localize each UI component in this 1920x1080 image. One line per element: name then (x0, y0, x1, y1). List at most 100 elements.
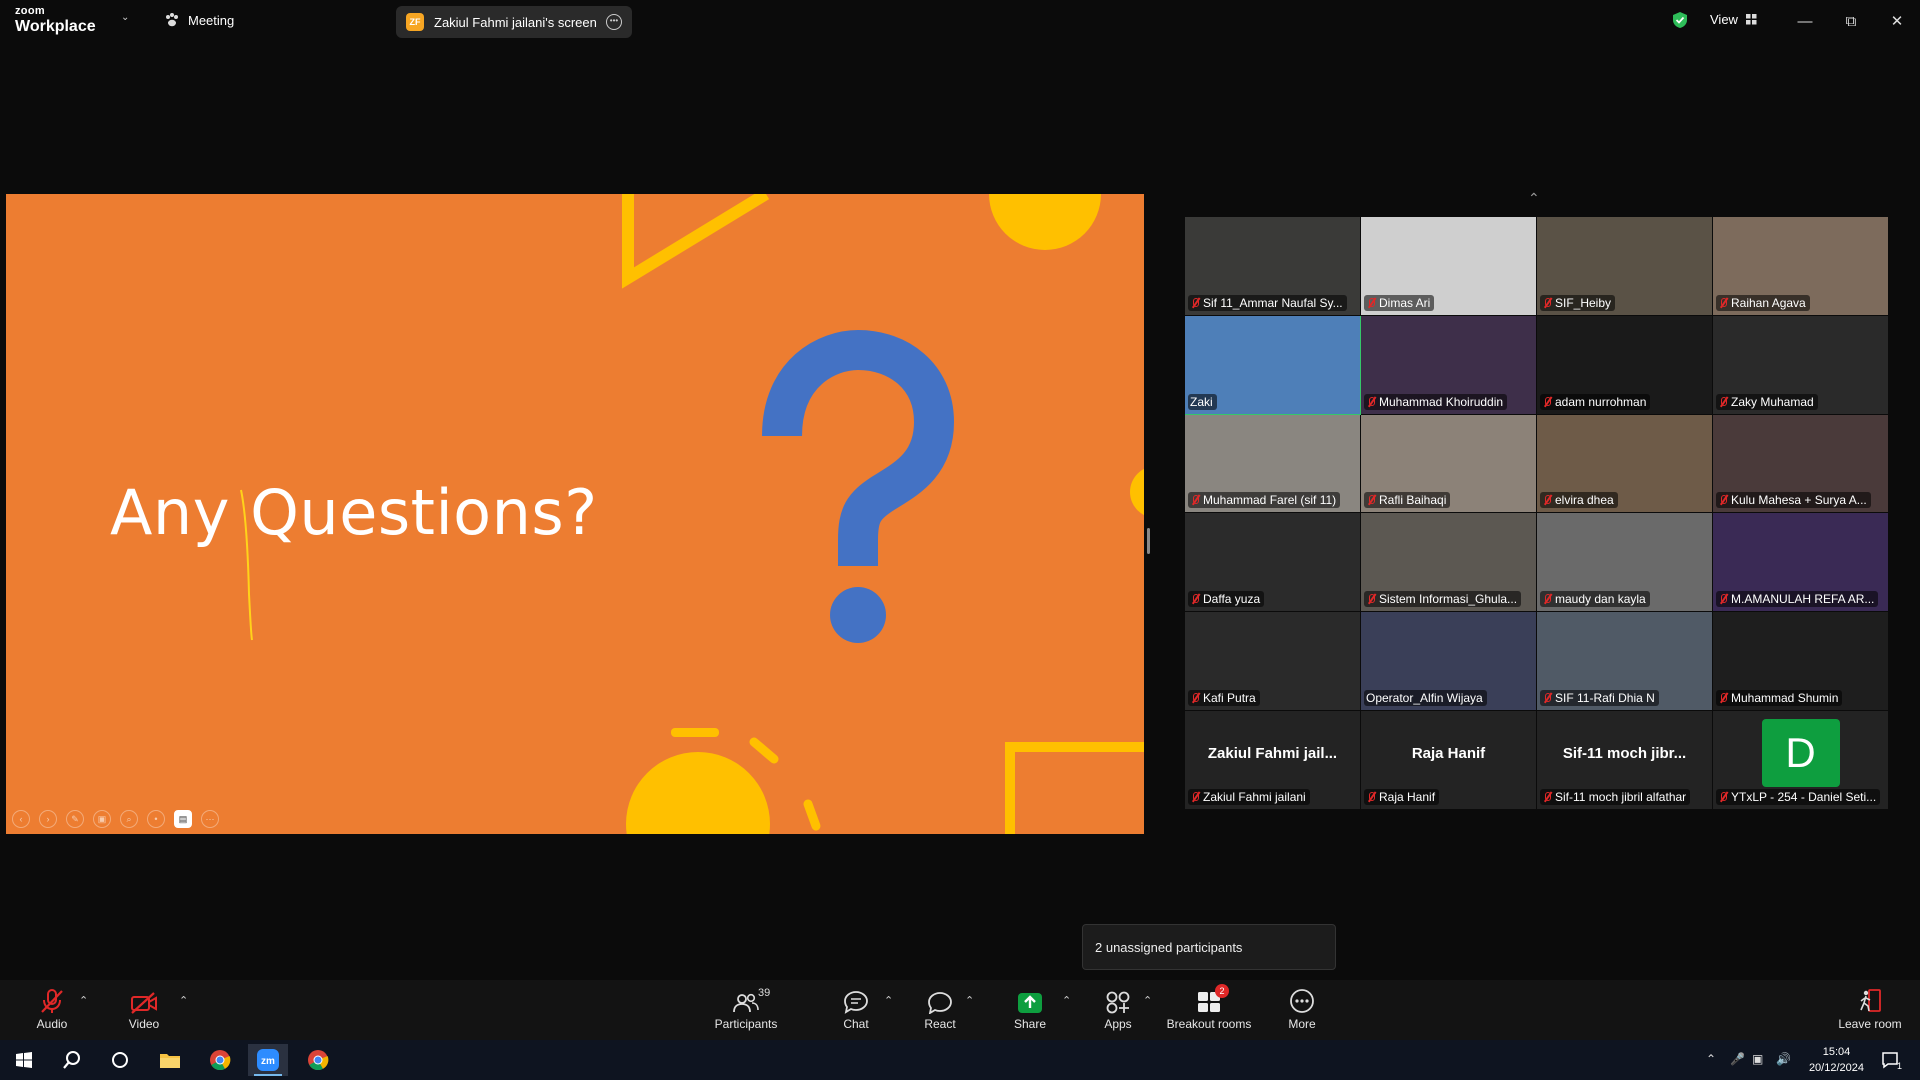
previous-icon[interactable]: ‹ (12, 810, 30, 828)
participant-tile[interactable]: maudy dan kayla (1537, 513, 1713, 613)
participant-tile[interactable]: Zakiul Fahmi jail... Zakiul Fahmi jailani (1185, 710, 1361, 810)
zoom-workplace-logo[interactable]: zoom Workplace (15, 6, 96, 35)
view-button[interactable]: View (1710, 12, 1757, 27)
participant-name: Muhammad Khoiruddin (1379, 394, 1504, 409)
apps-options-chevron-icon[interactable]: ⌃ (1143, 994, 1152, 1007)
pen-icon[interactable]: ✎ (66, 810, 84, 828)
participant-tile[interactable]: Sistem Informasi_Ghula... (1361, 513, 1537, 613)
chat-icon (844, 991, 868, 1014)
panel-resize-handle[interactable] (1147, 528, 1150, 554)
more-button[interactable]: More (1262, 988, 1342, 1031)
participant-nameplate: Muhammad Khoiruddin (1364, 393, 1508, 410)
participant-name: SIF 11-Rafi Dhia N (1555, 690, 1655, 705)
breakout-tooltip: 2 unassigned participants (1082, 924, 1336, 970)
microphone-tray-icon[interactable]: 🎤 (1730, 1052, 1745, 1066)
participant-tile[interactable]: Muhammad Shumin (1713, 612, 1889, 711)
participant-tile[interactable]: D YTxLP - 254 - Daniel Seti... (1713, 710, 1889, 810)
participant-tile[interactable]: Raja Hanif Raja Hanif (1361, 710, 1537, 810)
participant-name: Sistem Informasi_Ghula... (1379, 592, 1518, 607)
restore-button[interactable]: ⧉ (1836, 8, 1866, 34)
microphone-muted-icon (1542, 396, 1552, 408)
more-icon[interactable]: ••• (606, 14, 622, 30)
participant-name: YTxLP - 254 - Daniel Seti... (1731, 789, 1877, 804)
participant-tile[interactable]: Raihan Agava (1713, 217, 1889, 316)
participant-nameplate: Kafi Putra (1188, 689, 1260, 706)
participant-tile[interactable]: elvira dhea (1537, 414, 1713, 514)
participant-tile[interactable]: M.AMANULAH REFA AR... (1713, 513, 1889, 613)
participant-nameplate: Sistem Informasi_Ghula... (1364, 591, 1522, 608)
microphone-muted-icon (1366, 396, 1376, 408)
notification-center[interactable]: 1 (1872, 1044, 1908, 1076)
network-icon[interactable]: ▣ (1752, 1052, 1763, 1066)
microphone-muted-icon (1190, 593, 1200, 605)
participant-name: Muhammad Farel (sif 11) (1203, 493, 1337, 508)
collapse-gallery-icon[interactable]: ⌃ (1528, 190, 1540, 207)
app-menu-dropdown[interactable]: ⌄ (121, 12, 129, 23)
participant-tile[interactable]: Kafi Putra (1185, 612, 1361, 711)
participant-tile[interactable]: SIF 11-Rafi Dhia N (1537, 612, 1713, 711)
microphone-muted-icon (1718, 494, 1728, 506)
microphone-muted-icon (1718, 692, 1728, 704)
zoom-icon[interactable]: ⌕ (120, 810, 138, 828)
slides-icon[interactable]: ▣ (93, 810, 111, 828)
minimize-button[interactable]: — (1790, 8, 1820, 34)
task-view-button[interactable] (100, 1044, 140, 1076)
participant-display-name: Sif-11 moch jibr... (1562, 744, 1687, 762)
pointer-icon[interactable]: • (147, 810, 165, 828)
next-icon[interactable]: › (39, 810, 57, 828)
participant-tile[interactable]: Dimas Ari (1361, 217, 1537, 316)
leave-room-button[interactable]: Leave room (1830, 988, 1910, 1031)
participant-name: adam nurrohman (1555, 394, 1647, 409)
volume-icon[interactable]: 🔊 (1776, 1052, 1791, 1066)
share-button[interactable]: Share (990, 988, 1070, 1031)
video-button[interactable]: Video (104, 988, 184, 1031)
participant-nameplate: Raja Hanif (1364, 788, 1440, 805)
encryption-shield[interactable] (1672, 11, 1688, 29)
share-options-chevron-icon[interactable]: ⌃ (1062, 994, 1071, 1007)
file-explorer-app[interactable] (150, 1044, 190, 1076)
chrome-profile-app[interactable] (298, 1044, 338, 1076)
participant-tile[interactable]: Muhammad Farel (sif 11) (1185, 414, 1361, 514)
chat-options-chevron-icon[interactable]: ⌃ (884, 994, 893, 1007)
system-clock[interactable]: 15:04 20/12/2024 (1809, 1044, 1864, 1076)
breakout-badge: 2 (1215, 984, 1229, 998)
participants-button[interactable]: 39 Participants (706, 987, 786, 1031)
microphone-muted-icon (1542, 791, 1552, 803)
participant-name: Zaky Muhamad (1731, 394, 1814, 409)
zoom-app[interactable]: zm (248, 1044, 288, 1076)
participant-tile[interactable]: Zaki (1185, 315, 1361, 415)
logo-line2: Workplace (15, 18, 96, 35)
participant-nameplate: Zaky Muhamad (1716, 393, 1818, 410)
camera-icon[interactable]: ▤ (174, 810, 192, 828)
participant-tile[interactable]: SIF_Heiby (1537, 217, 1713, 316)
participant-tile[interactable]: Daffa yuza (1185, 513, 1361, 613)
tray-chevron-icon[interactable]: ⌃ (1706, 1052, 1716, 1066)
participant-tile[interactable]: Kulu Mahesa + Surya A... (1713, 414, 1889, 514)
participant-tile[interactable]: Sif 11_Ammar Naufal Sy... (1185, 217, 1361, 316)
restore-icon: ⧉ (1845, 12, 1857, 30)
participant-name: Rafli Baihaqi (1379, 493, 1447, 508)
react-options-chevron-icon[interactable]: ⌃ (965, 994, 974, 1007)
screen-share-indicator[interactable]: ZF Zakiul Fahmi jailani's screen ••• (396, 6, 632, 38)
video-options-chevron-icon[interactable]: ⌃ (179, 994, 188, 1007)
participant-tile[interactable]: Rafli Baihaqi (1361, 414, 1537, 514)
breakout-rooms-button[interactable]: 2 Breakout rooms (1159, 984, 1259, 1031)
participant-tile[interactable]: Sif-11 moch jibr... Sif-11 moch jibril al… (1537, 710, 1713, 810)
participant-tile[interactable]: Operator_Alfin Wijaya (1361, 612, 1537, 711)
participant-tile[interactable]: adam nurrohman (1537, 315, 1713, 415)
start-button[interactable] (4, 1044, 44, 1076)
participant-tile[interactable]: Zaky Muhamad (1713, 315, 1889, 415)
audio-options-chevron-icon[interactable]: ⌃ (79, 994, 88, 1007)
participant-tile[interactable]: Muhammad Khoiruddin (1361, 315, 1537, 415)
search-button[interactable] (52, 1044, 92, 1076)
participant-gallery: Sif 11_Ammar Naufal Sy... Dimas Ari SIF_He… (1185, 217, 1889, 810)
microphone-muted-icon (1542, 692, 1552, 704)
chrome-app[interactable] (200, 1044, 240, 1076)
more-icon[interactable]: ⋯ (201, 810, 219, 828)
close-button[interactable]: ✕ (1882, 8, 1912, 34)
meeting-menu[interactable]: Meeting (164, 12, 234, 28)
microphone-muted-icon (1542, 297, 1552, 309)
shared-screen[interactable]: Any Questions? ‹ › ✎ ▣ ⌕ • ▤ ⋯ (6, 194, 1144, 834)
participant-name: Sif-11 moch jibril alfathar (1555, 789, 1687, 804)
participant-nameplate: Sif 11_Ammar Naufal Sy... (1188, 294, 1347, 311)
